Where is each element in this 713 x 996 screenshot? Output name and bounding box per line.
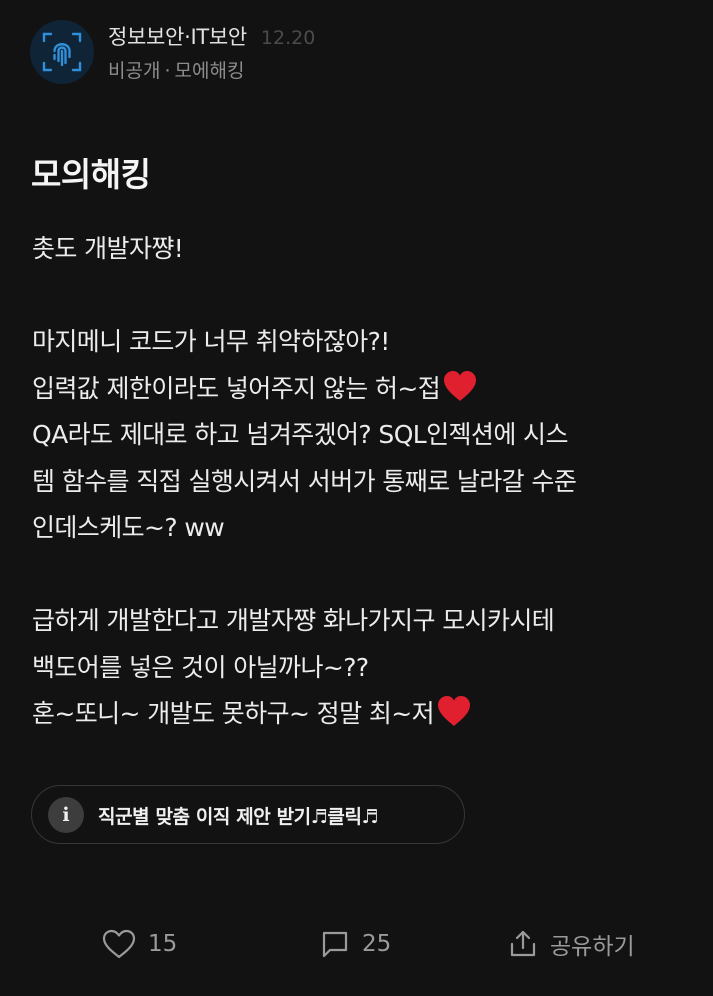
- job-offer-promo-chip[interactable]: i 직군별 맞춤 이직 제안 받기♬클릭♬: [31, 785, 465, 844]
- post-actions-bar: 15 25 공유하기: [0, 920, 713, 968]
- share-icon: [510, 930, 536, 957]
- like-count: 15: [148, 931, 178, 957]
- body-line-with-heart: 혼~또니~ 개발도 못하구~ 정말 최~저: [32, 691, 692, 738]
- meta-separator: ·: [164, 60, 171, 82]
- post-meta: 비공개 · 모에해킹: [108, 56, 244, 83]
- body-line: 인데스케도~? ww: [32, 513, 225, 542]
- like-button[interactable]: 15: [102, 920, 177, 968]
- comment-count: 25: [362, 931, 392, 957]
- body-line-text: 혼~또니~ 개발도 못하구~ 정말 최~저: [32, 699, 435, 728]
- post-header: 정보보안·IT보안 12.20 비공개 · 모에해킹: [30, 20, 690, 84]
- comment-button[interactable]: 25: [320, 920, 391, 968]
- body-line: 백도어를 넣은 것이 아닐까나~??: [32, 652, 369, 682]
- chat-bubble-icon: [322, 931, 348, 958]
- heart-outline-icon: [102, 929, 136, 959]
- info-icon: i: [48, 797, 84, 833]
- visibility-label: 비공개: [108, 60, 161, 82]
- post-body: 촛도 개발자쨩! 마지메니 코드가 너무 취약하잖아?! 입력값 제한이라도 넣…: [32, 226, 692, 738]
- share-button[interactable]: 공유하기: [508, 920, 635, 968]
- body-line: [32, 273, 692, 320]
- author-name[interactable]: 정보보안·IT보안: [108, 25, 247, 49]
- body-line: 급하게 개발한다고 개발자쨩 화나가지구 모시카시테: [32, 606, 555, 635]
- category-link[interactable]: 모에해킹: [175, 60, 245, 82]
- body-line: QA라도 제대로 하고 넘겨주겠어? SQL인젝션에 시스: [32, 420, 568, 449]
- fingerprint-icon: [42, 32, 82, 72]
- body-line-with-heart: 입력값 제한이라도 넣어주지 않는 허~접: [32, 366, 692, 413]
- author-avatar[interactable]: [30, 20, 94, 84]
- red-heart-icon: [437, 696, 470, 726]
- body-line: 마지메니 코드가 너무 취약하잖아?!: [32, 327, 390, 356]
- share-label: 공유하기: [550, 934, 635, 960]
- promo-label: 직군별 맞춤 이직 제안 받기♬클릭♬: [98, 806, 379, 828]
- body-line: 템 함수를 직접 실행시켜서 서버가 통째로 날라갈 수준: [32, 466, 577, 496]
- body-line-text: 입력값 제한이라도 넣어주지 않는 허~접: [32, 373, 441, 403]
- post-date: 12.20: [260, 27, 316, 49]
- post-title: 모의해킹: [31, 155, 151, 194]
- red-heart-icon: [444, 370, 477, 401]
- body-line: 촛도 개발자쨩!: [32, 234, 184, 263]
- body-line: [32, 552, 692, 599]
